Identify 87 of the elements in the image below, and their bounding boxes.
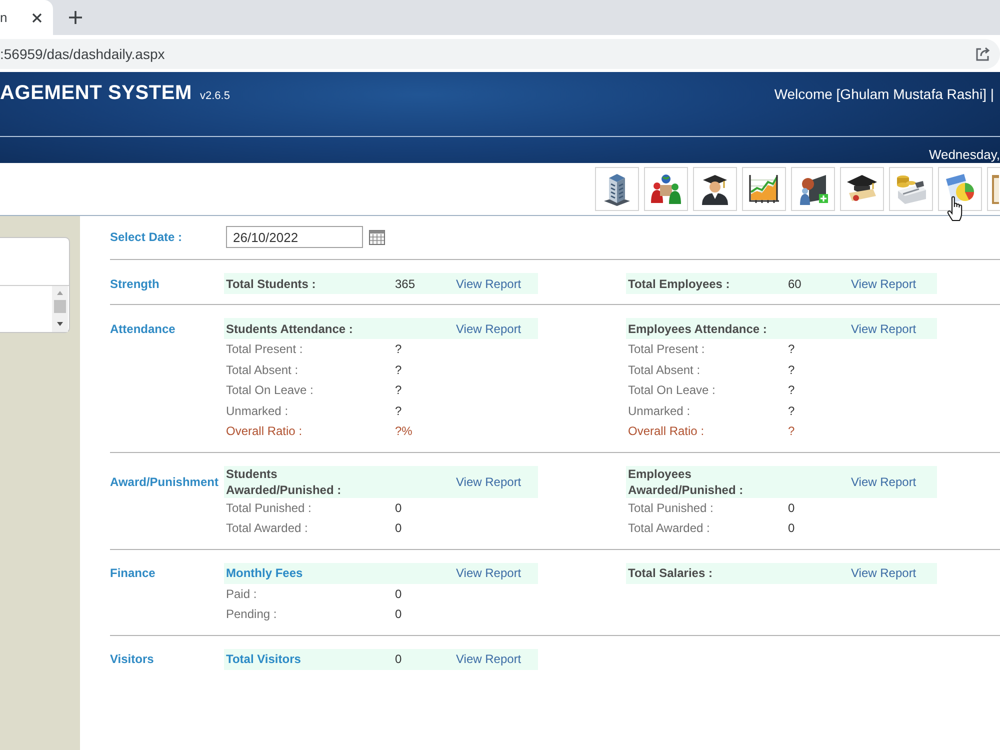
stat-value: 0 [787, 500, 795, 515]
stat-label: Overall Ratio : [225, 424, 302, 438]
summary-label: Employees Attendance : [627, 320, 767, 336]
summary-label: Students Awarded/Punished : [225, 466, 342, 498]
version-label: v2.6.5 [200, 90, 230, 102]
stat-value: ? [394, 362, 402, 377]
stat-value: 0 [394, 586, 402, 601]
summary-label: Employees Awarded/Punished : [627, 466, 744, 498]
stat-label: Total Present : [627, 342, 705, 356]
stat-value: 0 [787, 521, 795, 536]
stat-label: Total Absent : [225, 362, 298, 377]
stat-label: Total Absent : [627, 362, 700, 377]
summary-value: 0 [394, 652, 402, 666]
summary-label: Students Attendance : [225, 320, 353, 336]
stat-value: ? [787, 424, 795, 438]
summary-link[interactable]: Total Visitors [224, 651, 301, 667]
building-icon [602, 172, 632, 206]
stat-label: Paid : [225, 586, 257, 601]
summary-link[interactable]: Monthly Fees [224, 565, 303, 581]
stat-label: Total Present : [225, 342, 303, 356]
section-title: Visitors [110, 652, 155, 666]
welcome-text: Welcome [Ghulam Mustafa Rashi] | [774, 86, 995, 102]
graduate-icon [700, 173, 730, 205]
stat-value: ? [787, 404, 795, 418]
summary-label: Total Employees : [627, 276, 730, 292]
stat-value: ? [787, 383, 795, 398]
diploma-icon [846, 174, 878, 204]
summary-label: Total Students : [225, 276, 316, 292]
stat-value: ? [787, 362, 795, 377]
stat-value: 0 [394, 607, 402, 622]
tab-title: n [0, 10, 8, 25]
toolbar-button[interactable] [595, 167, 639, 211]
share-icon [975, 46, 991, 62]
address-bar[interactable]: :56959/das/dashdaily.aspx [0, 38, 1000, 68]
date-label: Select Date : [110, 230, 184, 244]
scrollbar[interactable] [52, 286, 68, 332]
pie-chart-icon [944, 173, 976, 205]
view-report-link[interactable]: View Report [847, 276, 916, 290]
calendar-icon[interactable] [369, 230, 385, 244]
summary-label: Total Salaries : [627, 565, 712, 581]
browser-tab[interactable]: n [0, 0, 53, 35]
view-report-link[interactable]: View Report [452, 276, 522, 290]
view-report-link[interactable]: View Report [452, 566, 522, 580]
view-report-link[interactable]: View Report [452, 474, 522, 488]
toolbar-button[interactable] [938, 167, 982, 211]
stat-label: Total On Leave : [627, 383, 716, 398]
view-report-link[interactable]: View Report [847, 566, 916, 580]
stat-value: 0 [394, 521, 402, 536]
people-icon [650, 173, 682, 205]
presentation-icon [797, 173, 829, 205]
stat-value: ? [394, 342, 402, 356]
stat-value: ? [394, 404, 402, 418]
toolbar-button[interactable] [693, 167, 737, 211]
section-title: Attendance [110, 322, 176, 336]
stat-value: ?% [394, 424, 412, 438]
date-field[interactable]: 26/10/2022 [226, 226, 363, 248]
section-title: Award/Punishment [110, 474, 220, 488]
app-title: AGEMENT SYSTEM [0, 81, 192, 105]
close-icon [32, 12, 42, 22]
stat-label: Total Punished : [627, 500, 714, 515]
stat-value: ? [394, 383, 402, 398]
date-text: Wednesday, [928, 147, 1000, 162]
plus-icon [68, 11, 82, 24]
stat-label: Pending : [225, 607, 277, 622]
stat-value: 0 [394, 500, 402, 515]
summary-value: 365 [394, 276, 416, 290]
stat-label: Unmarked : [225, 404, 288, 418]
section-title: Finance [110, 566, 156, 580]
toolbar-button[interactable] [791, 167, 835, 211]
summary-value: 60 [787, 276, 802, 290]
view-report-link[interactable]: View Report [847, 474, 916, 488]
view-report-link[interactable]: View Report [452, 652, 522, 666]
toolbar-button[interactable] [742, 167, 786, 211]
stat-label: Overall Ratio : [627, 424, 704, 438]
stat-label: Total Awarded : [225, 521, 308, 536]
stat-label: Unmarked : [627, 404, 690, 418]
clipboard-icon [991, 173, 999, 205]
stat-value: ? [787, 342, 795, 356]
stat-label: Total Awarded : [627, 521, 710, 536]
stat-label: Total On Leave : [225, 383, 314, 398]
cash-register-icon [895, 174, 927, 204]
stat-label: Total Punished : [225, 500, 312, 515]
view-report-link[interactable]: View Report [452, 322, 522, 336]
view-report-link[interactable]: View Report [847, 322, 916, 336]
toolbar-button[interactable] [840, 167, 884, 211]
line-chart-icon [748, 174, 780, 204]
section-title: Strength [110, 276, 160, 290]
